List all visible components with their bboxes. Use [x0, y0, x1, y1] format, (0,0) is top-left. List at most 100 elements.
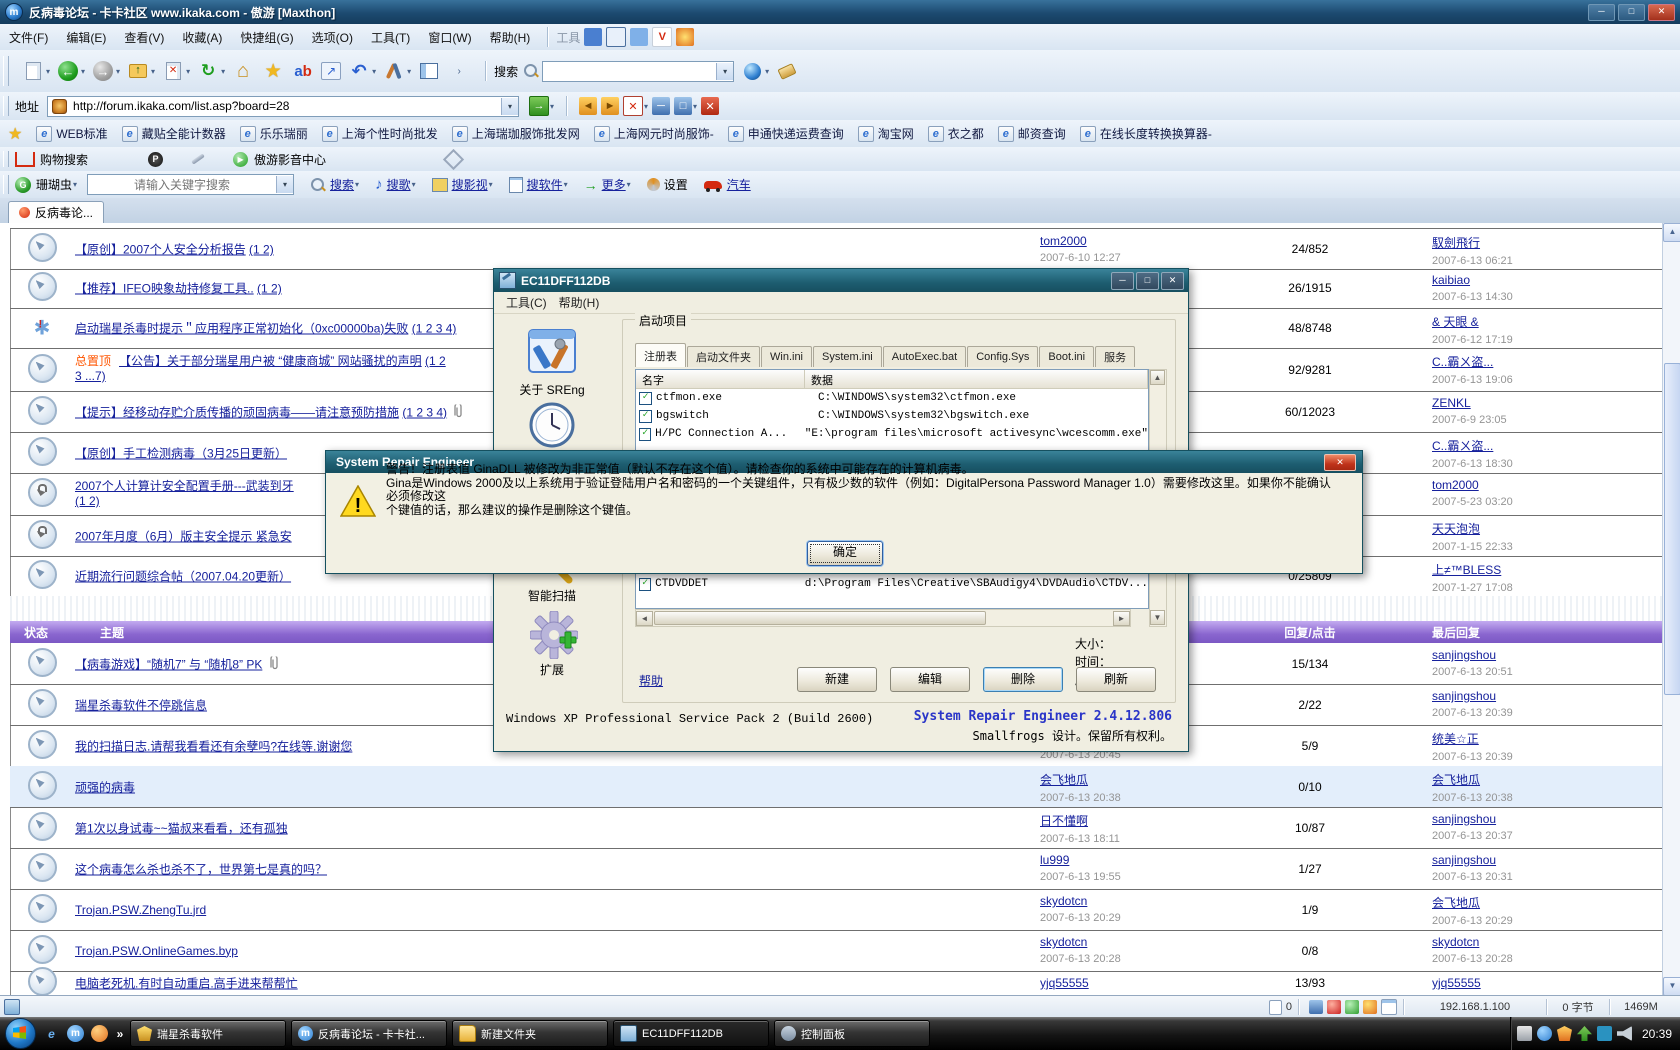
coral-search-dropdown[interactable]: ▾	[276, 176, 293, 193]
checkbox-checked[interactable]: ✓	[639, 578, 651, 591]
list-item[interactable]: ✓ CTDVDDETd:\Program Files\Creative\SBAu…	[636, 575, 1148, 593]
topic-link[interactable]: 2007年月度（6月）版主安全提示 紧急安	[75, 529, 292, 543]
shop-search-button[interactable]: 购物搜索	[40, 151, 88, 168]
topic-pages[interactable]: (1 2	[425, 354, 446, 368]
start-button[interactable]	[5, 1018, 36, 1049]
topic-pages[interactable]: (1 2)	[249, 243, 274, 257]
topic-author[interactable]: 会飞地瓜	[1040, 771, 1230, 788]
topic-author[interactable]: lu999	[1040, 853, 1230, 867]
stop-dropdown[interactable]: ▾	[186, 67, 190, 76]
quicklaunch-ie-icon[interactable]: e	[43, 1025, 60, 1042]
topic-link[interactable]: 【原创】手工检测病毒（3月25日更新）	[75, 446, 287, 460]
tab-startup-folder[interactable]: 启动文件夹	[687, 346, 760, 367]
list-hscroll-thumb[interactable]	[654, 611, 986, 625]
highlight-button[interactable]: ab	[291, 59, 315, 83]
topic-link[interactable]: 第1次以身试毒~~猫叔来看看，还有孤独	[75, 821, 288, 835]
speed-icon[interactable]	[1309, 1000, 1323, 1014]
restore-tab-dropdown[interactable]: ▾	[693, 102, 697, 111]
stop-button[interactable]: ✕	[161, 59, 185, 83]
task-control-panel[interactable]: 控制面板	[774, 1020, 930, 1047]
restore-tab-button[interactable]: □	[674, 97, 692, 115]
video-dd[interactable]: ▾	[489, 180, 493, 189]
song-dd[interactable]: ▾	[412, 180, 416, 189]
menu-view[interactable]: 查看(V)	[115, 29, 173, 46]
last-reply-user[interactable]: kaibiao	[1432, 273, 1662, 287]
task-new-folder[interactable]: 新建文件夹	[452, 1020, 608, 1047]
forward-dropdown[interactable]: ▾	[116, 67, 120, 76]
checkbox-checked[interactable]: ✓	[639, 428, 651, 441]
last-reply-user[interactable]: sanjingshou	[1432, 689, 1662, 703]
list-item[interactable]: ✓ ctfmon.exeC:\WINDOWS\system32\ctfmon.e…	[636, 389, 1148, 407]
bookmark-item[interactable]: e上海网元时尚服饰-	[594, 125, 714, 142]
maximize-button[interactable]: □	[1618, 4, 1645, 21]
list-col-data[interactable]: 数据	[805, 370, 1148, 388]
list-scroll-up[interactable]: ▲	[1150, 370, 1165, 385]
topic-link[interactable]: 【提示】经移动存贮介质传播的顽固病毒——请注意预防措施	[75, 405, 399, 419]
address-dropdown[interactable]: ▾	[501, 98, 518, 115]
topic-link[interactable]: 【推荐】IFEO映象劫持修复工具..	[75, 282, 254, 296]
plugin-winamp-icon[interactable]: V	[652, 27, 672, 47]
new-page-button[interactable]	[21, 59, 45, 83]
filter-icon[interactable]	[1345, 1000, 1359, 1014]
tab-win-ini[interactable]: Win.ini	[761, 346, 812, 367]
list-col-name[interactable]: 名字	[636, 370, 805, 388]
last-reply-user[interactable]: 会飞地瓜	[1432, 894, 1662, 911]
topic-link[interactable]: Trojan.PSW.OnlineGames.byp	[75, 944, 238, 958]
help-link[interactable]: 帮助	[639, 672, 663, 689]
bookmark-item[interactable]: e藏贴全能计数器	[122, 125, 226, 142]
last-reply-user[interactable]: yjq55555	[1432, 976, 1662, 990]
list-scroll-down[interactable]: ▼	[1150, 610, 1165, 625]
about-sreng-label[interactable]: 关于 SREng	[497, 381, 607, 398]
software-dd[interactable]: ▾	[564, 180, 568, 189]
bookmark-item[interactable]: e申通快递运费查询	[728, 125, 844, 142]
toolbar-search-input[interactable]	[543, 63, 716, 80]
close-button[interactable]: ✕	[1648, 4, 1675, 21]
plugin-icon[interactable]	[1363, 1000, 1377, 1014]
sreng-maximize-button[interactable]: □	[1136, 272, 1159, 290]
tab-system-ini[interactable]: System.ini	[813, 346, 882, 367]
page-scrollbar[interactable]: ▲ ▼	[1662, 223, 1680, 995]
menu-edit[interactable]: 编辑(E)	[57, 29, 115, 46]
topic-author[interactable]: skydotcn	[1040, 894, 1230, 908]
minimize-tab-button[interactable]: ─	[652, 97, 670, 115]
address-input[interactable]	[71, 98, 501, 115]
topic-link[interactable]: 我的扫描日志.请帮我看看还有余孽吗?在线等.谢谢您	[75, 739, 352, 753]
delete-button[interactable]: 删除	[983, 667, 1063, 692]
mail-icon[interactable]	[1381, 999, 1397, 1015]
tab-antivirus-forum[interactable]: 反病毒论...	[8, 201, 104, 223]
last-reply-user[interactable]: 馭劍飛行	[1432, 234, 1662, 251]
taskbar-clock[interactable]: 20:39	[1642, 1027, 1672, 1041]
home-button[interactable]: ⌂	[231, 59, 255, 83]
plugin-window-icon[interactable]	[606, 27, 626, 47]
bookmark-item[interactable]: e衣之都	[928, 125, 984, 142]
tools-button[interactable]	[382, 59, 406, 83]
tab-config-sys[interactable]: Config.Sys	[967, 346, 1038, 367]
tray-printer-icon[interactable]	[1517, 1026, 1532, 1041]
list-scroll-left[interactable]: ◄	[636, 611, 653, 626]
menu-window[interactable]: 窗口(W)	[419, 29, 480, 46]
video-search-button[interactable]: 搜影视	[452, 176, 488, 193]
menu-groups[interactable]: 快捷组(G)	[231, 29, 302, 46]
last-reply-user[interactable]: & 天眼 &	[1432, 313, 1662, 330]
diamond-icon[interactable]	[443, 148, 464, 169]
proxy-globe-button[interactable]	[740, 59, 764, 83]
forward-button[interactable]: →	[91, 59, 115, 83]
bookmark-item[interactable]: e邮资查询	[998, 125, 1066, 142]
extensions-label[interactable]: 扩展	[497, 661, 607, 678]
car-link[interactable]: 汽车	[727, 176, 751, 193]
refresh-dropdown[interactable]: ▾	[221, 67, 225, 76]
topic-link[interactable]: 2007个人计算计安全配置手册---武装到牙	[75, 479, 294, 493]
topic-pages[interactable]: (1 2)	[257, 282, 282, 296]
sreng-titlebar[interactable]: EC11DFF112DB ─ □ ✕	[494, 269, 1188, 292]
smart-scan-label[interactable]: 智能扫描	[497, 587, 607, 604]
menu-tools[interactable]: 工具(T)	[362, 29, 419, 46]
topic-pages[interactable]: (1 2)	[75, 494, 100, 508]
topic-link[interactable]: 顽强的病毒	[75, 780, 135, 794]
list-item[interactable]: ✓ H/PC Connection A..."E:\program files\…	[636, 425, 1148, 443]
topic-link[interactable]: 启动瑞星杀毒时提示＂应用程序正常初始化（0xc00000ba)失败	[75, 322, 408, 336]
media-center-button[interactable]: 傲游影音中心	[254, 151, 326, 168]
bookmark-item[interactable]: e上海个性时尚批发	[322, 125, 438, 142]
settings-button[interactable]: 设置	[664, 176, 688, 193]
close-tab-button[interactable]: ✕	[623, 96, 643, 116]
extensions-gear-icon[interactable]	[530, 611, 578, 659]
